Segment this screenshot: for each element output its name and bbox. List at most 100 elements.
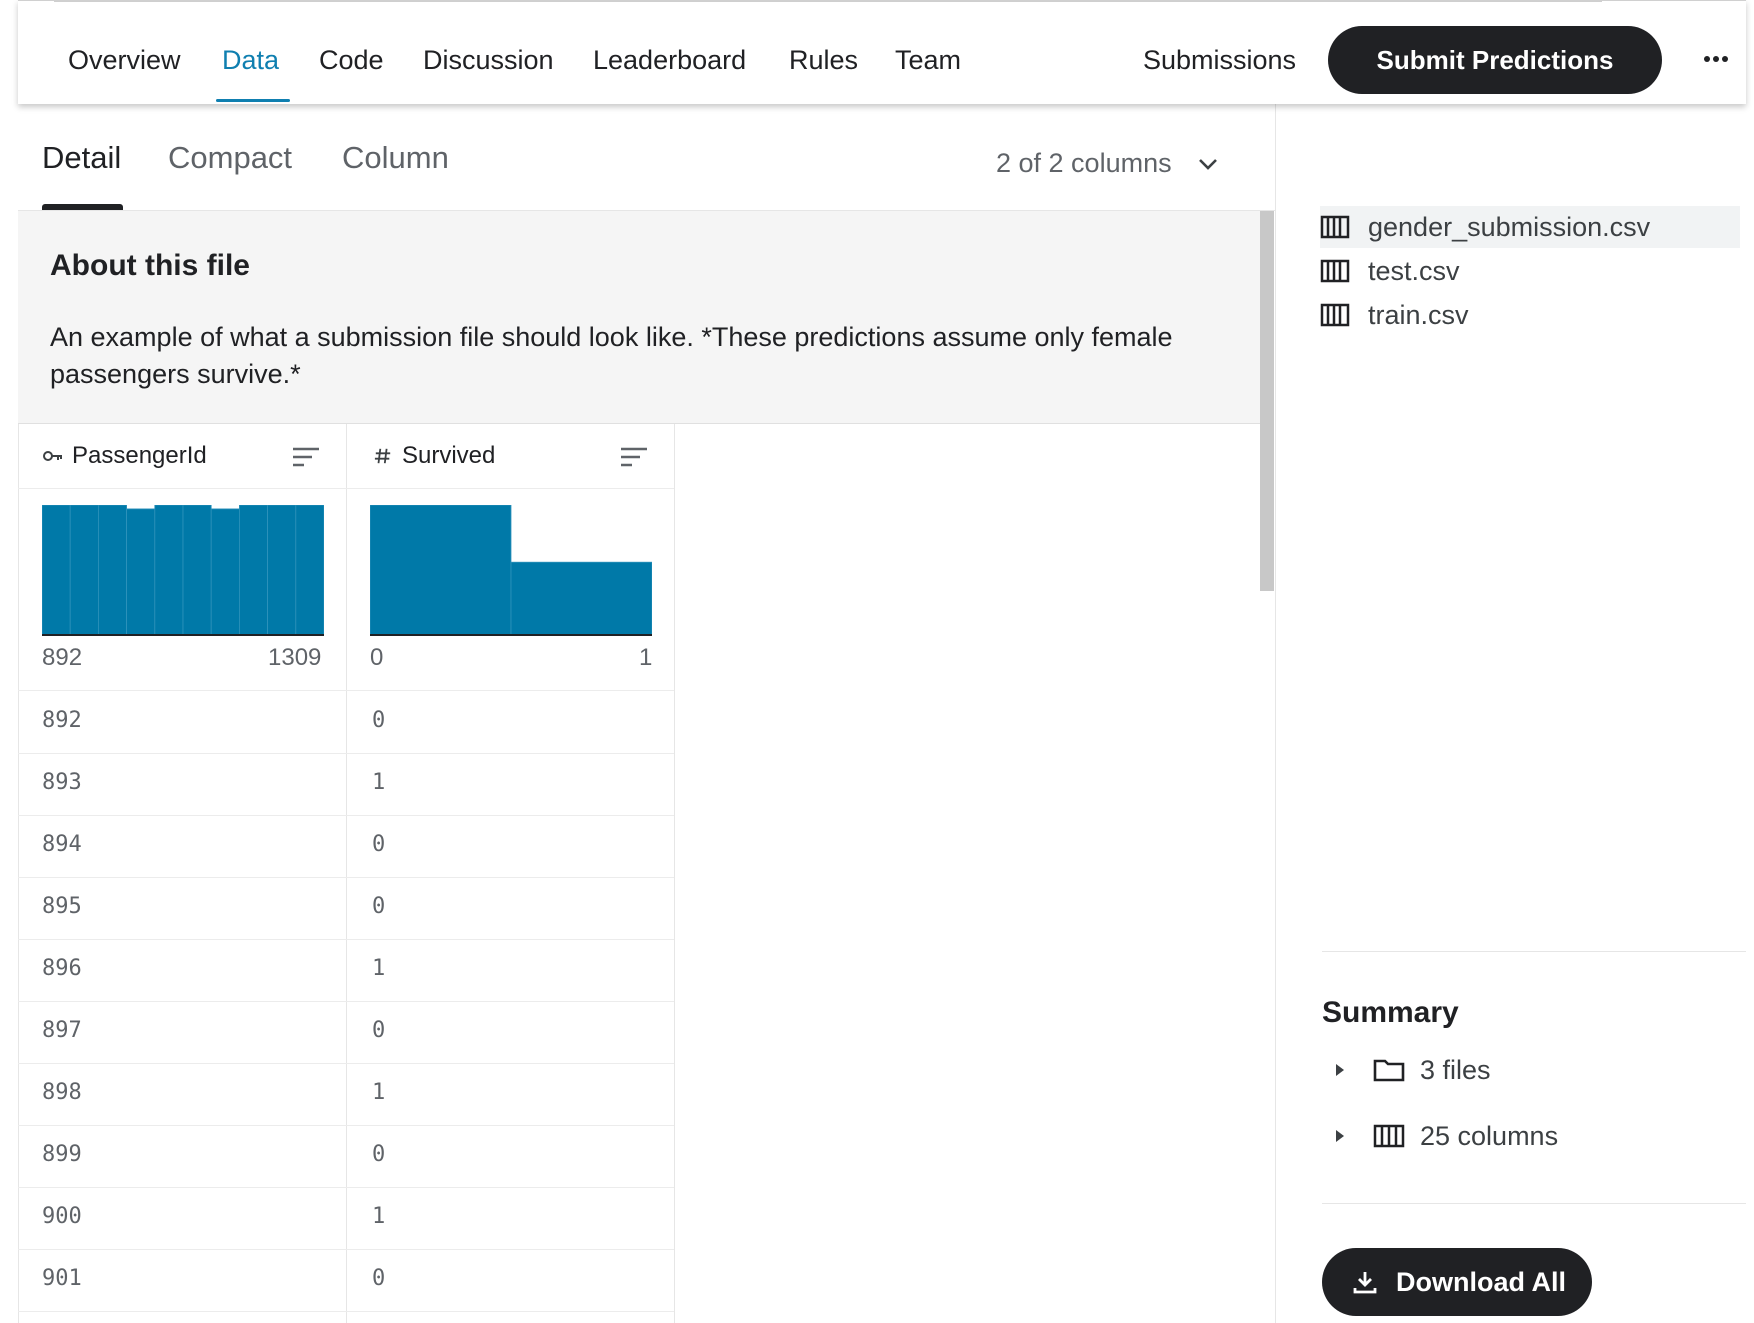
- table-row-divider: [18, 753, 674, 754]
- table-icon: [1373, 1124, 1405, 1148]
- histogram-bar[interactable]: [98, 505, 128, 636]
- sidebar-divider: [1275, 104, 1276, 1323]
- histogram-max-label: 1: [639, 644, 653, 671]
- histogram-max-label: 1309: [268, 644, 322, 671]
- file-item[interactable]: train.csv: [1320, 294, 1740, 336]
- sort-icon[interactable]: [620, 446, 648, 468]
- table-right-border: [674, 424, 675, 1323]
- chevron-down-icon: [1198, 158, 1217, 170]
- download-icon: [1353, 1272, 1377, 1294]
- table-cell-passengerid: 892: [42, 708, 82, 733]
- column-header-label: PassengerId: [72, 442, 207, 469]
- tab-overview[interactable]: Overview: [68, 1, 181, 105]
- histogram-min-label: 892: [42, 644, 83, 671]
- table-cell-survived: 0: [372, 894, 386, 919]
- tab-data[interactable]: Data: [222, 1, 279, 105]
- table-row-divider: [18, 1001, 674, 1002]
- table-cell-survived: 1: [372, 1080, 386, 1105]
- column-header-survived[interactable]: Survived: [372, 424, 495, 488]
- table-row-divider: [18, 815, 674, 816]
- table-cell-survived: 0: [372, 1266, 386, 1291]
- summary-title: Summary: [1322, 996, 1459, 1029]
- histogram-divider: [18, 690, 674, 691]
- table-cell-passengerid: 899: [42, 1142, 82, 1167]
- table-row-divider: [18, 1125, 674, 1126]
- table-cell-survived: 0: [372, 1018, 386, 1043]
- hash-icon: [374, 448, 391, 464]
- tab-discussion[interactable]: Discussion: [423, 1, 554, 105]
- submit-predictions-button[interactable]: Submit Predictions: [1328, 26, 1662, 94]
- more-options-icon[interactable]: [1696, 39, 1736, 79]
- table-row-divider: [18, 1249, 674, 1250]
- file-name: test.csv: [1368, 255, 1460, 286]
- table-row-divider: [18, 1063, 674, 1064]
- table-cell-survived: 0: [372, 708, 386, 733]
- table-row-divider: [18, 877, 674, 878]
- file-item[interactable]: gender_submission.csv: [1320, 206, 1740, 248]
- histogram-min-label: 0: [370, 644, 384, 671]
- tab-leaderboard[interactable]: Leaderboard: [593, 1, 746, 105]
- histogram-bar[interactable]: [182, 505, 212, 636]
- table-icon: [1320, 259, 1350, 283]
- table-cell-passengerid: 898: [42, 1080, 82, 1105]
- column-header-label: Survived: [402, 442, 496, 469]
- file-name: gender_submission.csv: [1368, 211, 1651, 242]
- view-tab-compact[interactable]: Compact: [168, 140, 292, 176]
- columns-selector[interactable]: 2 of 2 columns: [996, 148, 1220, 179]
- histogram-bar[interactable]: [154, 505, 184, 636]
- summary-files-row[interactable]: 3 files: [1322, 1048, 1491, 1092]
- sidebar-rule: [1322, 951, 1746, 952]
- histogram-bar[interactable]: [126, 508, 156, 636]
- table-left-border: [18, 424, 19, 1323]
- histogram-bar[interactable]: [210, 508, 240, 636]
- download-all-label: Download All: [1396, 1266, 1566, 1297]
- key-icon: [43, 451, 62, 461]
- histogram-bar[interactable]: [238, 505, 268, 636]
- table-cell-passengerid: 897: [42, 1018, 82, 1043]
- sort-icon[interactable]: [292, 446, 320, 468]
- table-cell-survived: 0: [372, 832, 386, 857]
- caret-right-icon: [1336, 1064, 1344, 1076]
- tab-team[interactable]: Team: [895, 1, 961, 105]
- summary-files-label: 3 files: [1420, 1054, 1491, 1085]
- about-title: About this file: [50, 249, 250, 282]
- histogram-bar[interactable]: [510, 561, 652, 636]
- table-cell-passengerid: 893: [42, 770, 82, 795]
- table-cell-passengerid: 901: [42, 1266, 82, 1291]
- folder-icon: [1373, 1059, 1405, 1082]
- scrollbar-thumb[interactable]: [1260, 211, 1274, 591]
- columns-selector-label: 2 of 2 columns: [996, 148, 1172, 178]
- table-cell-survived: 1: [372, 956, 386, 981]
- table-row-divider: [18, 1187, 674, 1188]
- summary-columns-label: 25 columns: [1420, 1120, 1559, 1151]
- histogram-bar[interactable]: [69, 505, 99, 636]
- view-tab-column[interactable]: Column: [342, 140, 449, 176]
- download-all-button[interactable]: Download All: [1322, 1248, 1592, 1316]
- histogram-bar[interactable]: [370, 505, 512, 636]
- passengerid-histogram[interactable]: [42, 505, 324, 636]
- survived-histogram[interactable]: [370, 505, 652, 636]
- top-nav: Overview Data Code Discussion Leaderboar…: [18, 0, 1746, 104]
- caret-right-icon: [1336, 1130, 1344, 1142]
- histogram-bar[interactable]: [267, 505, 297, 636]
- file-item[interactable]: test.csv: [1320, 250, 1740, 292]
- table-row-divider: [18, 939, 674, 940]
- tab-rules[interactable]: Rules: [789, 1, 858, 105]
- table-cell-survived: 1: [372, 770, 386, 795]
- file-name: train.csv: [1368, 299, 1469, 330]
- table-row-divider: [18, 1311, 674, 1312]
- histogram-bar[interactable]: [42, 505, 71, 636]
- summary-columns-row[interactable]: 25 columns: [1322, 1114, 1558, 1158]
- sidebar-rule: [1322, 1203, 1746, 1204]
- table-cell-survived: 0: [372, 1142, 386, 1167]
- submissions-link[interactable]: Submissions: [1143, 1, 1296, 105]
- column-header-passengerid[interactable]: PassengerId: [42, 424, 207, 488]
- tab-code[interactable]: Code: [319, 1, 384, 105]
- header-divider: [18, 488, 674, 489]
- table-cell-passengerid: 900: [42, 1204, 82, 1229]
- about-file-panel: About this file An example of what a sub…: [18, 211, 1262, 424]
- about-description: An example of what a submission file sho…: [50, 322, 1173, 389]
- table-cell-passengerid: 896: [42, 956, 82, 981]
- histogram-bar[interactable]: [295, 505, 324, 636]
- view-tab-detail[interactable]: Detail: [42, 140, 121, 176]
